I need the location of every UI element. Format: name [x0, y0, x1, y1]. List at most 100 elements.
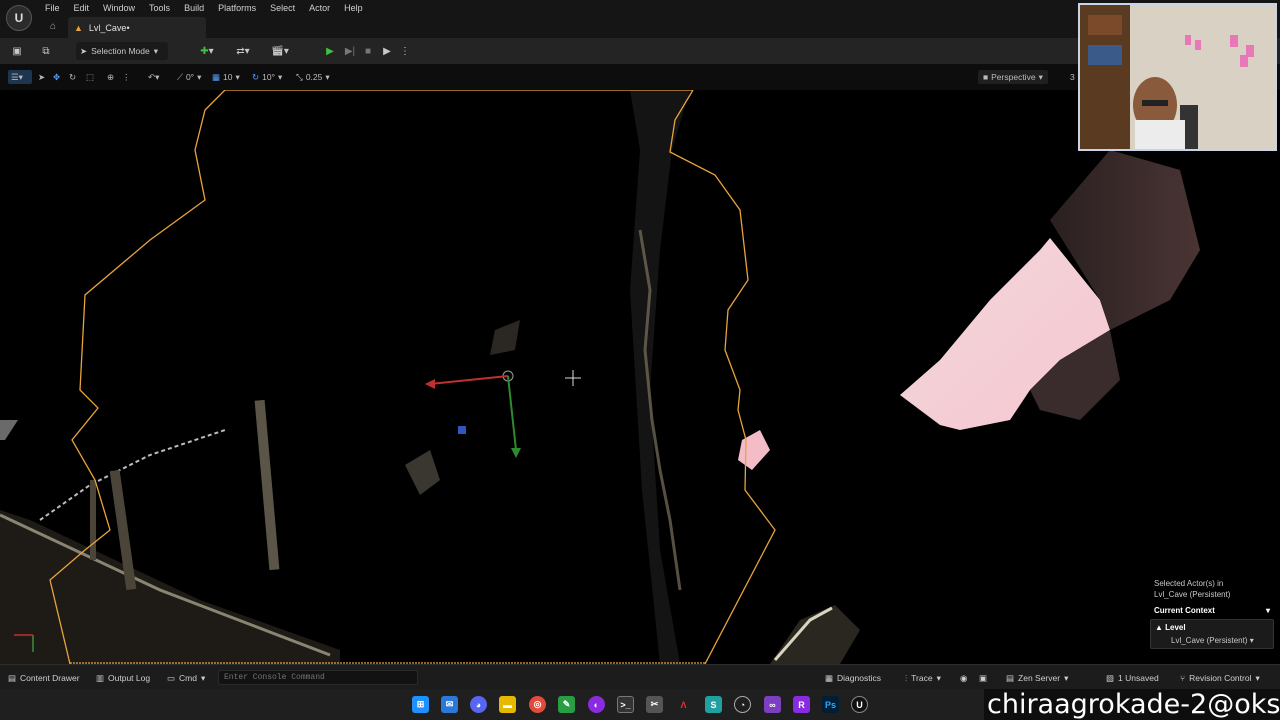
- watermark: chiraagrokade-2@oksbi: [984, 689, 1280, 720]
- status-bar: ▤Content Drawer ▥Output Log ▭Cmd▾ ▦Diagn…: [0, 664, 1280, 689]
- revision-icon: ⑂: [1180, 673, 1186, 683]
- level-label-text: Level: [1165, 623, 1186, 632]
- rotate-tool-icon[interactable]: ↻: [69, 70, 76, 84]
- rock-chunk: [405, 450, 440, 495]
- selected-actors-line2: Lvl_Cave (Persistent): [1154, 590, 1231, 599]
- more-options-icon[interactable]: ⋮: [400, 42, 410, 60]
- rider-icon[interactable]: R: [793, 696, 810, 713]
- blueprints-button[interactable]: ⇄▾: [231, 42, 255, 60]
- record-icon[interactable]: ◉: [960, 671, 967, 685]
- home-icon[interactable]: ⌂: [46, 20, 60, 34]
- world-space-icon[interactable]: ⊕: [107, 70, 114, 84]
- save-icon[interactable]: ▣: [10, 42, 24, 60]
- tab-level[interactable]: ▲ Lvl_Cave•: [68, 17, 206, 38]
- chevron-down-icon: ▾: [1255, 672, 1260, 683]
- menu-window[interactable]: Window: [96, 2, 142, 14]
- menu-actor[interactable]: Actor: [302, 2, 337, 14]
- photoshop-icon[interactable]: Ps: [822, 696, 839, 713]
- level-context-box[interactable]: ▲ Level Lvl_Cave (Persistent) ▾: [1150, 619, 1274, 649]
- post-1: [254, 399, 280, 571]
- play-button[interactable]: ▶: [322, 42, 338, 60]
- github-icon[interactable]: ◐: [588, 696, 605, 713]
- scale-snap-button[interactable]: ⤡ 0.25 ▾: [296, 70, 330, 84]
- grid-snap-button[interactable]: ▦ 10 ▾: [212, 70, 240, 84]
- angle-snap-button[interactable]: ↻ 10° ▾: [252, 70, 282, 84]
- menu-build[interactable]: Build: [177, 2, 211, 14]
- post-3: [90, 480, 96, 560]
- main-menu: File Edit Window Tools Build Platforms S…: [38, 2, 370, 14]
- rock-lower-right: [770, 605, 860, 664]
- gizmo-x-axis: [429, 375, 509, 385]
- menu-edit[interactable]: Edit: [67, 2, 97, 14]
- log-icon: ▥: [96, 672, 105, 683]
- snipping-tool-icon[interactable]: ✂: [646, 696, 663, 713]
- surface-snap-button[interactable]: ↶▾: [148, 70, 159, 84]
- menu-file[interactable]: File: [38, 2, 67, 14]
- more-icon[interactable]: ⋮: [122, 70, 131, 84]
- stop-icon[interactable]: ■: [362, 42, 374, 60]
- visual-studio-icon[interactable]: ∞: [764, 696, 781, 713]
- zen-server-label: Zen Server: [1018, 673, 1061, 683]
- menu-platforms[interactable]: Platforms: [211, 2, 263, 14]
- windows-start-icon[interactable]: ⊞: [412, 696, 429, 713]
- eject-icon[interactable]: ▶: [380, 42, 394, 60]
- chrome-icon[interactable]: ◎: [529, 696, 546, 713]
- selection-mode-button[interactable]: ➤ Selection Mode ▾: [76, 42, 168, 60]
- snapshot-icon[interactable]: ▣: [979, 671, 987, 685]
- add-actor-button[interactable]: ✚ ▾: [195, 42, 219, 60]
- trace-button[interactable]: ⫶ Trace ▾: [905, 671, 941, 685]
- translate-tool-icon[interactable]: ✥: [53, 70, 60, 84]
- level-label: ▲ Level: [1155, 622, 1269, 634]
- app-s-icon[interactable]: S: [705, 696, 722, 713]
- unsaved-button[interactable]: ▧ 1 Unsaved: [1106, 671, 1159, 685]
- menu-tools[interactable]: Tools: [142, 2, 177, 14]
- diagnostics-button[interactable]: ▦ Diagnostics: [825, 671, 881, 685]
- obs-icon[interactable]: ◔: [734, 696, 751, 713]
- cinematics-button[interactable]: 🎬︎▾: [267, 42, 293, 60]
- trace-icon: ⫶: [905, 672, 908, 683]
- level-icon: ▲: [1155, 623, 1166, 632]
- browse-icon[interactable]: ⧉: [38, 42, 54, 60]
- chevron-down-icon: ▾: [153, 45, 158, 56]
- webcam-overlay: [1078, 3, 1277, 151]
- file-explorer-icon[interactable]: ▬: [499, 696, 516, 713]
- camera-speed-button[interactable]: 3: [1070, 70, 1075, 84]
- zen-server-button[interactable]: ▤ Zen Server ▾: [1006, 671, 1068, 685]
- diagnostics-icon: ▦: [825, 672, 834, 683]
- selection-mode-label: Selection Mode: [91, 46, 150, 56]
- cmd-label: Cmd: [179, 673, 197, 683]
- advance-frame-icon[interactable]: ▶|: [343, 42, 357, 60]
- select-tool-icon[interactable]: ➤: [38, 70, 45, 84]
- current-context-header[interactable]: Current Context ▾: [1150, 604, 1274, 617]
- discord-icon[interactable]: ◕: [470, 696, 487, 713]
- level-dropdown[interactable]: Lvl_Cave (Persistent) ▾: [1155, 634, 1269, 647]
- output-log-button[interactable]: ▥ Output Log: [96, 671, 150, 685]
- railing: [39, 429, 226, 521]
- revision-control-button[interactable]: ⑂ Revision Control ▾: [1180, 671, 1260, 685]
- scale-tool-icon[interactable]: ⬚: [86, 70, 94, 84]
- chevron-down-icon: ▾: [936, 672, 941, 683]
- level-viewport[interactable]: [0, 90, 1280, 664]
- adobe-icon[interactable]: Λ: [675, 696, 692, 713]
- perspective-button[interactable]: ■ Perspective ▾: [978, 70, 1048, 84]
- console-input[interactable]: [218, 670, 418, 685]
- scale-snap-icon: ⤡: [296, 71, 303, 82]
- unreal-engine-icon[interactable]: U: [851, 696, 868, 713]
- cursor-icon: ➤: [80, 45, 88, 56]
- content-drawer-button[interactable]: ▤ Content Drawer: [8, 671, 80, 685]
- viewport-options-button[interactable]: ☰▾: [8, 70, 32, 84]
- grid-snap-value: 10: [223, 72, 233, 82]
- selection-outline-2: [669, 90, 776, 664]
- menu-select[interactable]: Select: [263, 2, 302, 14]
- notepad-icon[interactable]: ✎: [558, 696, 575, 713]
- cmd-button[interactable]: ▭ Cmd ▾: [167, 671, 205, 685]
- terminal-app-icon[interactable]: >_: [617, 696, 634, 713]
- gizmo-z-handle: [458, 426, 466, 434]
- menu-help[interactable]: Help: [337, 2, 370, 14]
- rotation-snap-value: 0°: [185, 72, 195, 82]
- rotation-snap-button[interactable]: ⟋ 0° ▾: [177, 70, 201, 84]
- unsaved-label: 1 Unsaved: [1118, 673, 1159, 683]
- file-icon: ▧: [1106, 672, 1115, 683]
- unreal-logo-icon[interactable]: U: [6, 5, 32, 31]
- email-app-icon[interactable]: ✉: [441, 696, 458, 713]
